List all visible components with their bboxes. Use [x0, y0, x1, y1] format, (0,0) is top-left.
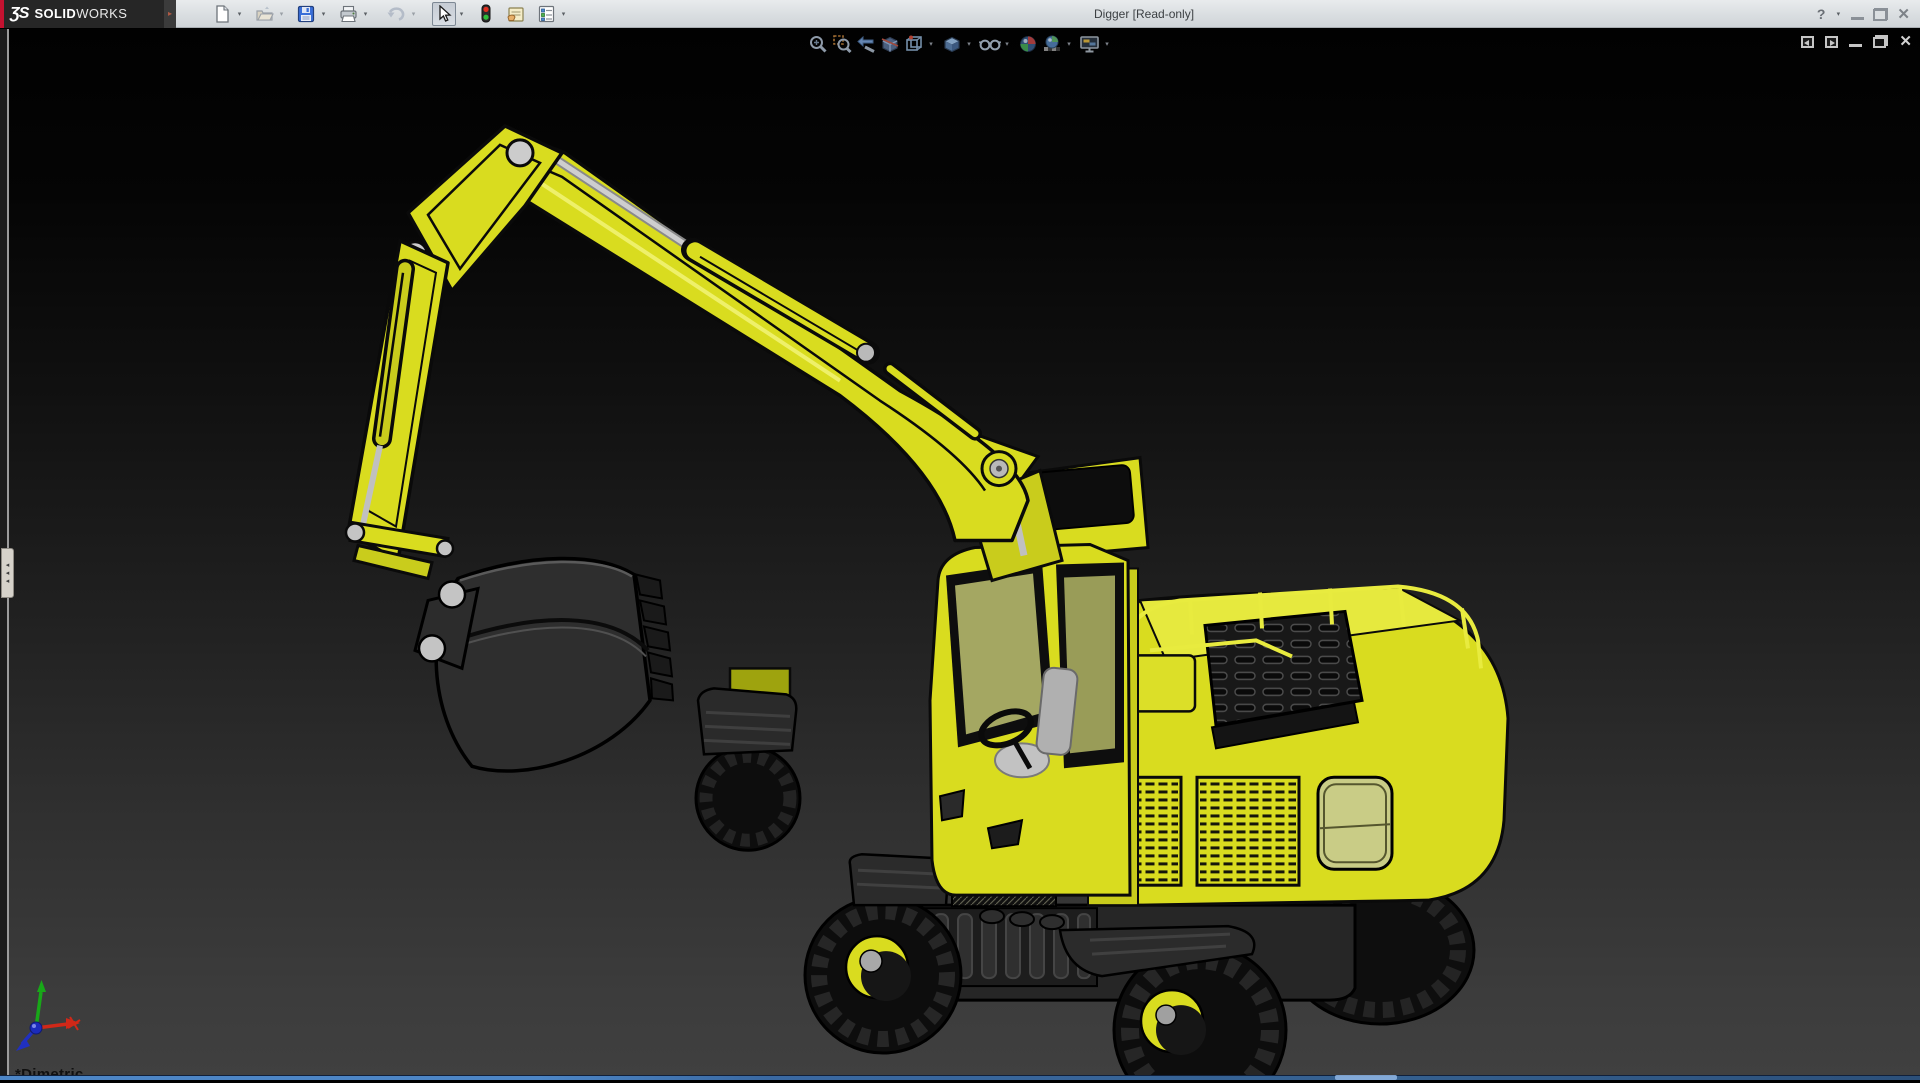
view-settings-button[interactable]	[1078, 32, 1102, 56]
splitter-arrow-icon: ◂	[6, 562, 10, 569]
taskbar-item-glow	[1335, 1075, 1397, 1080]
new-document-button[interactable]	[210, 2, 234, 26]
zoom-to-fit-button[interactable]	[806, 32, 830, 56]
orientation-triad	[10, 978, 90, 1054]
boom-cylinder[interactable]	[540, 149, 875, 362]
view-orientation-icon	[904, 34, 924, 54]
engine-housing[interactable]	[1075, 586, 1508, 905]
section-view-icon	[880, 34, 900, 54]
panel-splitter-handle[interactable]: ◂ ◂ ◂	[1, 548, 14, 598]
taskbar-edge	[0, 1075, 1920, 1080]
print-button[interactable]	[336, 2, 360, 26]
restore-button[interactable]	[1873, 8, 1888, 21]
file-properties-button[interactable]	[504, 2, 528, 26]
splitter-arrow-icon: ◂	[6, 570, 10, 577]
view-orientation-button[interactable]	[902, 32, 926, 56]
edit-appearance-icon	[1018, 34, 1038, 54]
options-button[interactable]	[534, 2, 558, 26]
print-icon	[339, 5, 358, 23]
file-properties-icon	[506, 5, 526, 23]
zoom-to-area-icon	[832, 34, 852, 54]
front-left-wheel[interactable]	[805, 897, 961, 1053]
zoom-to-fit-icon	[808, 34, 828, 54]
document-window-controls: ✕	[1801, 35, 1912, 48]
options-icon	[537, 5, 556, 23]
zoom-to-area-button[interactable]	[830, 32, 854, 56]
section-view-button[interactable]	[878, 32, 902, 56]
titlebar: ƷS SOLID WORKS ▸ ▾ ▾	[0, 0, 1920, 28]
previous-view-icon	[856, 34, 876, 54]
new-document-icon	[213, 5, 231, 23]
open-document-button[interactable]	[252, 2, 276, 26]
apply-scene-icon	[1042, 34, 1062, 54]
titlebar-controls: ? ▾ ✕	[1817, 0, 1910, 28]
help-dropdown-caret[interactable]: ▾	[1834, 10, 1842, 18]
undo-button[interactable]	[384, 2, 408, 26]
display-style-caret[interactable]: ▾	[964, 40, 974, 48]
brand-name-bold: SOLID	[34, 6, 76, 21]
print-dropdown-caret[interactable]: ▾	[360, 10, 371, 18]
edit-appearance-button[interactable]	[1016, 32, 1040, 56]
minimize-button[interactable]	[1851, 17, 1864, 20]
hide-show-items-button[interactable]	[978, 32, 1002, 56]
select-dropdown-caret[interactable]: ▾	[456, 10, 467, 18]
display-style-button[interactable]	[940, 32, 964, 56]
open-document-icon	[255, 5, 274, 23]
new-dropdown-caret[interactable]: ▾	[234, 10, 245, 18]
boom-arm[interactable]	[470, 129, 1028, 541]
hide-show-items-icon	[979, 34, 1001, 54]
view-settings-caret[interactable]: ▾	[1102, 40, 1112, 48]
bucket[interactable]	[415, 558, 673, 771]
save-button[interactable]	[294, 2, 318, 26]
restore-document-button[interactable]	[1873, 35, 1888, 48]
hide-show-items-caret[interactable]: ▾	[1002, 40, 1012, 48]
select-cursor-icon	[436, 5, 452, 22]
display-style-icon	[942, 34, 962, 54]
window-title: Digger [Read-only]	[1094, 7, 1194, 21]
close-document-button[interactable]: ✕	[1899, 35, 1912, 48]
traffic-light-icon	[480, 4, 492, 23]
undo-dropdown-caret[interactable]: ▾	[408, 10, 419, 18]
undo-icon	[386, 5, 406, 23]
select-cursor-button[interactable]	[432, 2, 456, 26]
pane-toggle-right-icon[interactable]	[1825, 36, 1838, 48]
view-orientation-caret[interactable]: ▾	[926, 40, 936, 48]
save-icon	[297, 5, 315, 23]
apply-scene-caret[interactable]: ▾	[1064, 40, 1074, 48]
graphics-viewport[interactable]: ▾ ▾ ▾	[0, 29, 1920, 1080]
minimize-document-button[interactable]	[1849, 44, 1862, 47]
help-button[interactable]: ?	[1817, 6, 1826, 22]
pane-toggle-left-icon[interactable]	[1801, 36, 1814, 48]
previous-view-button[interactable]	[854, 32, 878, 56]
options-dropdown-caret[interactable]: ▾	[558, 10, 569, 18]
main-toolbar: ▾ ▾ ▾	[210, 0, 576, 28]
close-button[interactable]: ✕	[1897, 5, 1910, 23]
rear-left-wheel[interactable]	[696, 668, 800, 850]
dipper-arm[interactable]	[348, 241, 448, 561]
rebuild-button[interactable]	[474, 2, 498, 26]
save-dropdown-caret[interactable]: ▾	[318, 10, 329, 18]
view-settings-icon	[1079, 34, 1101, 54]
brand-name-light: WORKS	[76, 6, 127, 21]
apply-scene-button[interactable]	[1040, 32, 1064, 56]
solidworks-logo: ƷS SOLID WORKS	[0, 0, 164, 28]
excavator-model[interactable]	[0, 29, 1920, 1080]
open-dropdown-caret[interactable]: ▾	[276, 10, 287, 18]
solidworks-logo-icon: ƷS	[10, 5, 28, 23]
heads-up-toolbar: ▾ ▾ ▾	[806, 32, 1116, 56]
menu-expand-arrow[interactable]: ▸	[164, 0, 176, 28]
splitter-arrow-icon: ◂	[6, 578, 10, 585]
